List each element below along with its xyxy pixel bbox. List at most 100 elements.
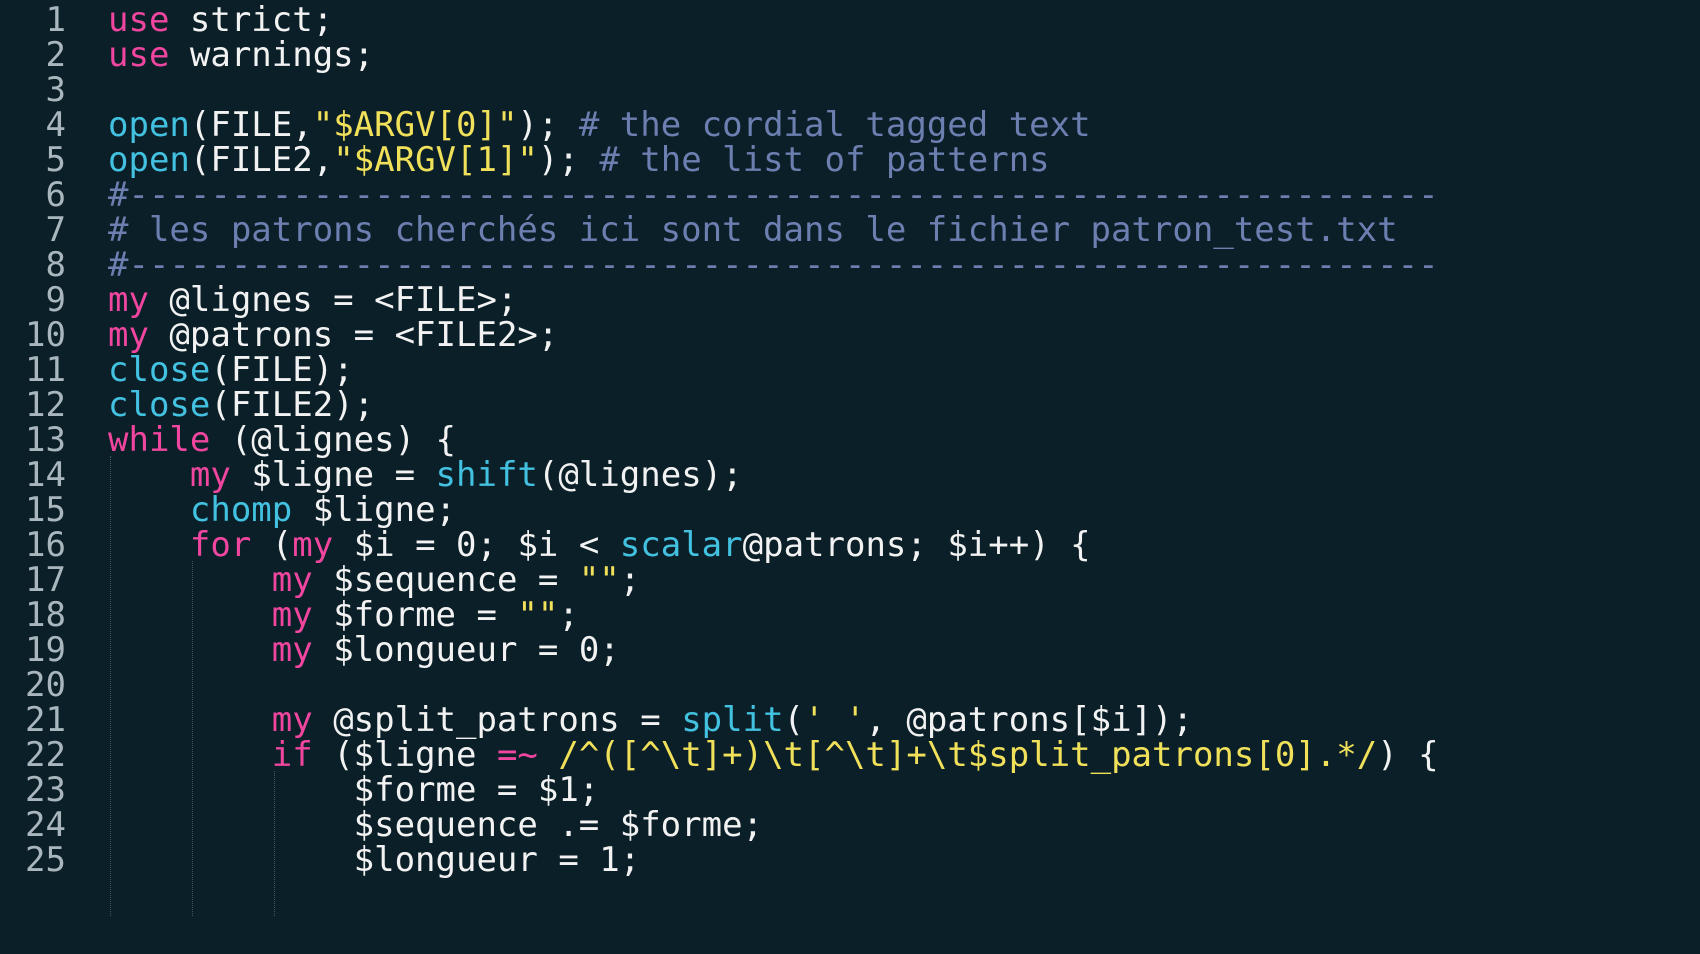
code-line[interactable]: for (my $i = 0; $i < scalar@patrons; $i+… xyxy=(108,526,1091,564)
code-token: # les patrons cherchés ici sont dans le … xyxy=(108,210,1398,250)
code-token: # the cordial tagged text xyxy=(578,105,1091,145)
code-line[interactable]: my $longueur = 0; xyxy=(108,631,620,669)
code-token: (@lignes); xyxy=(537,455,743,495)
code-line[interactable]: if ($ligne =~ /^([^\t]+)\t[^\t]+\t$split… xyxy=(108,736,1439,774)
code-line[interactable]: my @patrons = <FILE2>; xyxy=(108,316,558,354)
code-token: shift xyxy=(435,455,538,495)
code-line[interactable]: $sequence .= $forme; xyxy=(108,806,763,844)
code-line[interactable]: my $sequence = ""; xyxy=(108,560,641,600)
line-number: 12 xyxy=(25,385,66,425)
line-number: 8 xyxy=(45,245,66,285)
line-number: 7 xyxy=(45,210,66,250)
code-line[interactable]: use warnings; xyxy=(108,36,374,74)
code-token: scalar xyxy=(619,525,743,565)
code-token: $ligne; xyxy=(292,490,457,530)
line-number: 13 xyxy=(25,420,66,460)
line-number: 9 xyxy=(45,280,66,320)
code-token: my xyxy=(108,315,149,355)
code-token: @lignes = <FILE>; xyxy=(148,280,518,320)
code-line[interactable]: close(FILE2); xyxy=(108,386,374,424)
code-token: close xyxy=(108,385,211,425)
code-line[interactable]: #---------------------------------------… xyxy=(108,176,1439,214)
code-line[interactable]: open(FILE2,"$ARGV[1]"); # the list of pa… xyxy=(108,141,1050,179)
line-number: 15 xyxy=(25,490,66,530)
line-number: 17 xyxy=(25,560,66,600)
line-number: 4 xyxy=(45,105,66,145)
line-number: 1 xyxy=(45,0,66,40)
code-token: (FILE2, xyxy=(189,140,334,180)
code-line[interactable]: open(FILE,"$ARGV[0]"); # the cordial tag… xyxy=(108,106,1091,144)
code-token: if xyxy=(271,735,313,775)
code-token: use xyxy=(108,35,170,75)
code-token: ($ligne xyxy=(312,735,497,775)
code-token: my xyxy=(189,455,231,495)
code-token: close xyxy=(108,350,211,390)
code-editor[interactable]: 1 2 3 4 5 6 7 8 9 10 11 12 13 14 15 16 17 18 19 20 21 22 23 24 2… xyxy=(0,0,1700,954)
line-number: 3 xyxy=(45,70,66,110)
code-token: warnings; xyxy=(169,35,375,75)
code-token: ' ' xyxy=(804,700,866,740)
line-number: 10 xyxy=(25,315,66,355)
code-token: my xyxy=(271,630,313,670)
code-line[interactable]: chomp $ligne; xyxy=(108,491,456,529)
code-line[interactable]: my $ligne = shift(@lignes); xyxy=(108,456,743,494)
code-line[interactable]: while (@lignes) { xyxy=(108,421,456,459)
code-token: # the list of patterns xyxy=(599,140,1050,180)
code-token: $longueur = 1; xyxy=(108,840,641,880)
code-line[interactable]: my $forme = ""; xyxy=(108,596,579,634)
code-token: my xyxy=(292,525,334,565)
code-token: use xyxy=(108,0,170,40)
code-token: ); xyxy=(537,140,600,180)
code-line[interactable]: close(FILE); xyxy=(108,351,354,389)
code-token: #---------------------------------------… xyxy=(108,175,1439,215)
code-token: =~ xyxy=(496,735,538,775)
line-number: 21 xyxy=(25,700,66,740)
code-token: ; xyxy=(619,560,641,600)
code-token: my xyxy=(108,280,149,320)
code-token: for xyxy=(189,525,252,565)
line-number: 20 xyxy=(25,665,66,705)
code-token: ); xyxy=(517,105,579,145)
code-token: #---------------------------------------… xyxy=(108,245,1439,285)
code-token: my xyxy=(271,560,313,600)
indent-guide xyxy=(110,456,111,916)
code-token: my xyxy=(271,700,313,740)
line-number: 11 xyxy=(25,350,66,390)
code-line[interactable]: my @split_patrons = split(' ', @patrons[… xyxy=(108,701,1193,739)
code-token: $forme = xyxy=(312,595,518,635)
code-line[interactable]: # les patrons cherchés ici sont dans le … xyxy=(108,211,1398,249)
line-number: 5 xyxy=(45,140,66,180)
code-line[interactable]: $forme = $1; xyxy=(108,770,600,810)
code-line[interactable]: #---------------------------------------… xyxy=(108,246,1439,284)
code-line[interactable]: my @lignes = <FILE>; xyxy=(108,281,517,319)
code-token: (FILE); xyxy=(210,350,354,390)
line-number: 19 xyxy=(25,630,66,670)
line-number: 14 xyxy=(25,455,66,495)
code-token: ( xyxy=(783,700,805,740)
code-token: split xyxy=(681,700,784,740)
code-line[interactable]: use strict; xyxy=(108,1,333,39)
code-token: @patrons; $i++) { xyxy=(742,525,1091,565)
indent-guide xyxy=(192,561,193,916)
code-line[interactable]: $longueur = 1; xyxy=(108,840,641,880)
code-token: "" xyxy=(517,595,559,635)
code-token: while xyxy=(108,420,211,460)
code-token: chomp xyxy=(189,490,293,530)
code-area[interactable]: use strict; use warnings; open(FILE,"$ARGV… xyxy=(108,0,1700,954)
code-token: $sequence .= $forme; xyxy=(108,805,764,845)
code-token: ; xyxy=(558,595,579,635)
line-number: 2 xyxy=(45,35,66,75)
line-number: 24 xyxy=(25,805,66,845)
line-number: 23 xyxy=(25,770,66,810)
line-number: 16 xyxy=(25,525,66,565)
code-token: $forme = $1; xyxy=(108,770,600,810)
line-number-gutter: 1 2 3 4 5 6 7 8 9 10 11 12 13 14 15 16 17 18 19 20 21 22 23 24 2… xyxy=(0,0,70,954)
code-token: "" xyxy=(578,560,620,600)
code-token: $ligne = xyxy=(230,455,436,495)
code-token: $longueur = 0; xyxy=(312,630,620,670)
